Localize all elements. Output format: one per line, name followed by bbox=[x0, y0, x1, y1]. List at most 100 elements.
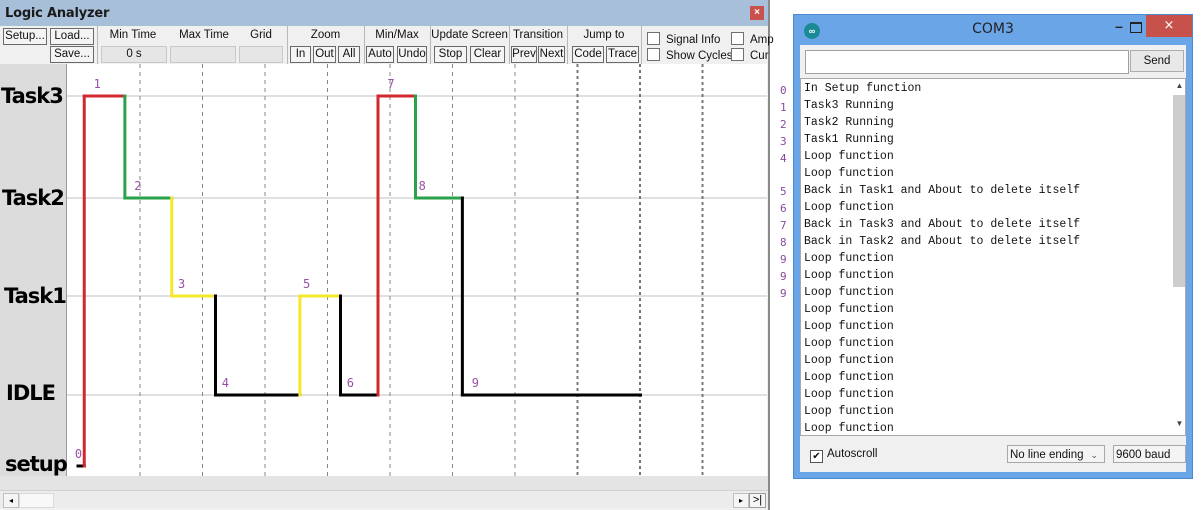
output-line: Task1 Running bbox=[804, 133, 894, 146]
time-group: Min Time 0 s Max Time Grid bbox=[97, 26, 288, 64]
baud-rate-value: 9600 baud bbox=[1116, 449, 1171, 461]
scroll-thumb[interactable] bbox=[1173, 95, 1185, 287]
line-ending-value: No line ending bbox=[1010, 449, 1084, 461]
checkbox-box[interactable] bbox=[731, 32, 744, 45]
checkbox-box[interactable] bbox=[731, 48, 744, 61]
zoom-group: Zoom In Out All bbox=[287, 26, 365, 64]
checkbox-box[interactable] bbox=[647, 32, 660, 45]
close-button[interactable]: × bbox=[750, 6, 764, 20]
show-cycles-checkbox[interactable]: Show Cycles bbox=[647, 48, 732, 62]
minimize-button[interactable]: – bbox=[1112, 19, 1126, 35]
output-line: Loop function bbox=[804, 422, 894, 435]
max-time-field[interactable] bbox=[170, 46, 236, 63]
jump-code-button[interactable]: Code bbox=[572, 46, 604, 63]
minmax-auto-button[interactable]: Auto bbox=[366, 46, 394, 63]
transition-label: 4 bbox=[222, 376, 229, 390]
output-line: Loop function bbox=[804, 354, 894, 367]
output-line: Task3 Running bbox=[804, 99, 894, 112]
serial-monitor-body: Send In Setup function Task3 Running Task2… bbox=[800, 45, 1186, 472]
transition-label: 3 bbox=[178, 277, 185, 291]
cursor-checkbox[interactable]: Cur bbox=[731, 48, 769, 62]
clear-button[interactable]: Clear bbox=[470, 46, 505, 63]
signal-info-checkbox[interactable]: Signal Info bbox=[647, 32, 720, 46]
output-line: Back in Task3 and About to delete itself bbox=[804, 218, 1081, 231]
scroll-right-button[interactable]: ▸ bbox=[733, 493, 749, 508]
serial-input[interactable] bbox=[805, 50, 1129, 74]
chevron-down-icon: ⌄ bbox=[1090, 450, 1098, 460]
update-screen-label: Update Screen bbox=[431, 29, 508, 41]
window-title: Logic Analyzer bbox=[5, 6, 110, 21]
minmax-undo-button[interactable]: Undo bbox=[397, 46, 427, 63]
grid-field[interactable] bbox=[239, 46, 283, 63]
line-marker: 1 bbox=[780, 100, 787, 114]
line-marker: 7 bbox=[780, 219, 787, 233]
file-group: Setup... Load... Save... bbox=[0, 26, 98, 64]
amp-label: Amp bbox=[750, 34, 774, 46]
line-marker: 9 bbox=[780, 269, 787, 283]
autoscroll-label: Autoscroll bbox=[827, 448, 878, 460]
grid-label: Grid bbox=[250, 29, 272, 41]
save-button[interactable]: Save... bbox=[50, 46, 94, 63]
output-line: Loop function bbox=[804, 252, 894, 265]
line-marker: 9 bbox=[780, 253, 787, 266]
scroll-thumb[interactable] bbox=[19, 493, 54, 508]
scroll-down-icon[interactable]: ▼ bbox=[1173, 419, 1185, 431]
next-button[interactable]: Next bbox=[538, 46, 565, 63]
vertical-scrollbar[interactable]: ▲ ▼ bbox=[1173, 79, 1185, 435]
stop-button[interactable]: Stop bbox=[434, 46, 467, 63]
minmax-label: Min/Max bbox=[375, 29, 419, 41]
update-screen-group: Update Screen Stop Clear bbox=[430, 26, 510, 64]
output-line: Loop function bbox=[804, 303, 894, 316]
close-button[interactable]: × bbox=[1146, 15, 1192, 37]
horizontal-scrollbar[interactable]: ◂ ▸ >| bbox=[0, 490, 768, 508]
checkbox-box[interactable] bbox=[647, 48, 660, 61]
scroll-up-icon[interactable]: ▲ bbox=[1173, 81, 1185, 93]
waveform-plot[interactable]: 0 1 2 3 4 5 6 7 8 9 bbox=[67, 64, 767, 476]
line-marker: 0 bbox=[780, 84, 787, 97]
max-time-label: Max Time bbox=[179, 29, 229, 41]
transition-label: 0 bbox=[75, 447, 82, 461]
scroll-end-button[interactable]: >| bbox=[749, 493, 766, 508]
output-line: Loop function bbox=[804, 388, 894, 401]
signal-label-task1: Task1 bbox=[4, 284, 67, 308]
minmax-group: Min/Max Auto Undo bbox=[364, 26, 431, 64]
maximize-button[interactable] bbox=[1130, 22, 1142, 33]
line-ending-select[interactable]: No line ending ⌄ bbox=[1007, 445, 1105, 463]
line-marker: 3 bbox=[780, 134, 787, 148]
prev-button[interactable]: Prev bbox=[511, 46, 537, 63]
zoom-out-button[interactable]: Out bbox=[313, 46, 336, 63]
output-line: Back in Task2 and About to delete itself bbox=[804, 235, 1081, 248]
zoom-in-button[interactable]: In bbox=[290, 46, 311, 63]
min-time-label: Min Time bbox=[109, 29, 157, 41]
check-icon[interactable]: ✔ bbox=[810, 450, 823, 463]
send-button[interactable]: Send bbox=[1130, 50, 1184, 72]
output-line: Loop function bbox=[804, 150, 894, 163]
line-marker: 2 bbox=[780, 117, 787, 131]
title-bar: Logic Analyzer × bbox=[0, 0, 768, 26]
serial-output: In Setup function Task3 Running Task2 Runn… bbox=[800, 78, 1186, 436]
serial-footer: ✔ Autoscroll No line ending ⌄ 9600 baud bbox=[800, 438, 1186, 468]
min-time-field[interactable]: 0 s bbox=[101, 46, 167, 63]
jump-trace-button[interactable]: Trace bbox=[606, 46, 639, 63]
amp-checkbox[interactable]: Amp bbox=[731, 32, 774, 46]
signal-label-idle: IDLE bbox=[6, 381, 56, 405]
output-line: Back in Task1 and About to delete itself bbox=[804, 184, 1081, 197]
toolbar: Setup... Load... Save... Min Time 0 s Ma… bbox=[0, 26, 774, 64]
output-line: Loop function bbox=[804, 371, 894, 384]
baud-rate-select[interactable]: 9600 baud bbox=[1113, 445, 1186, 463]
serial-monitor-window: ∞ COM3 – × Send In Setup function Task3 R… bbox=[793, 14, 1193, 479]
setup-button[interactable]: Setup... bbox=[3, 28, 47, 45]
line-marker: 8 bbox=[780, 236, 787, 250]
output-line: In Setup function bbox=[804, 82, 922, 95]
line-marker: 9 bbox=[780, 286, 787, 300]
zoom-label: Zoom bbox=[310, 29, 341, 41]
output-line: Loop function bbox=[804, 201, 894, 214]
signal-label-setup: setup bbox=[5, 452, 68, 476]
autoscroll-checkbox[interactable]: ✔ Autoscroll bbox=[810, 448, 878, 463]
zoom-all-button[interactable]: All bbox=[338, 46, 360, 63]
scroll-left-button[interactable]: ◂ bbox=[3, 493, 19, 508]
signal-info-label: Signal Info bbox=[666, 34, 721, 46]
load-button[interactable]: Load... bbox=[50, 28, 94, 45]
show-cycles-label: Show Cycles bbox=[666, 50, 733, 62]
jump-to-label: Jump to bbox=[583, 29, 625, 41]
